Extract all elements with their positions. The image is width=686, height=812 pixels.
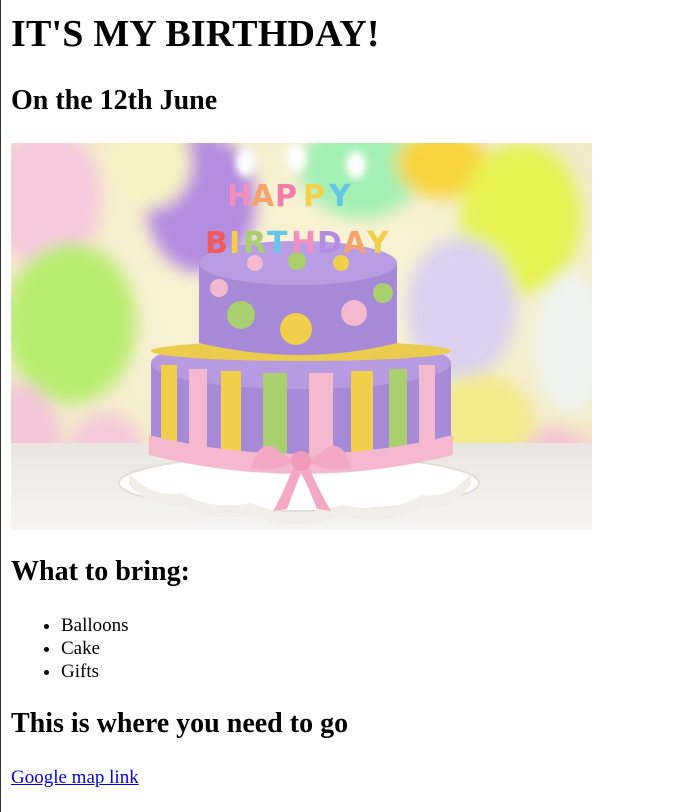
window-left-edge xyxy=(0,0,1,812)
svg-text:Y: Y xyxy=(366,226,390,261)
directions-heading: This is where you need to go xyxy=(11,708,349,739)
svg-text:A: A xyxy=(343,226,367,261)
svg-text:R: R xyxy=(243,226,266,261)
svg-text:P: P xyxy=(303,179,325,214)
svg-text:D: D xyxy=(317,226,342,261)
svg-text:T: T xyxy=(267,226,288,261)
svg-text:B: B xyxy=(205,226,228,261)
bring-list: Balloons Cake Gifts xyxy=(11,614,129,683)
list-item: Gifts xyxy=(61,660,129,683)
svg-text:H: H xyxy=(227,179,252,214)
page-title: IT'S MY BIRTHDAY! xyxy=(11,13,380,55)
svg-text:H: H xyxy=(291,226,316,261)
list-item: Balloons xyxy=(61,614,129,637)
bring-heading: What to bring: xyxy=(11,556,190,587)
svg-text:Y: Y xyxy=(328,179,352,214)
birthday-cake-image: H A P P Y B I R T H D A Y xyxy=(11,143,592,530)
svg-text:I: I xyxy=(229,226,240,261)
svg-text:P: P xyxy=(275,179,297,214)
list-item: Cake xyxy=(61,637,129,660)
date-heading: On the 12th June xyxy=(11,85,218,116)
svg-text:A: A xyxy=(251,179,275,214)
google-map-link[interactable]: Google map link xyxy=(11,767,139,789)
